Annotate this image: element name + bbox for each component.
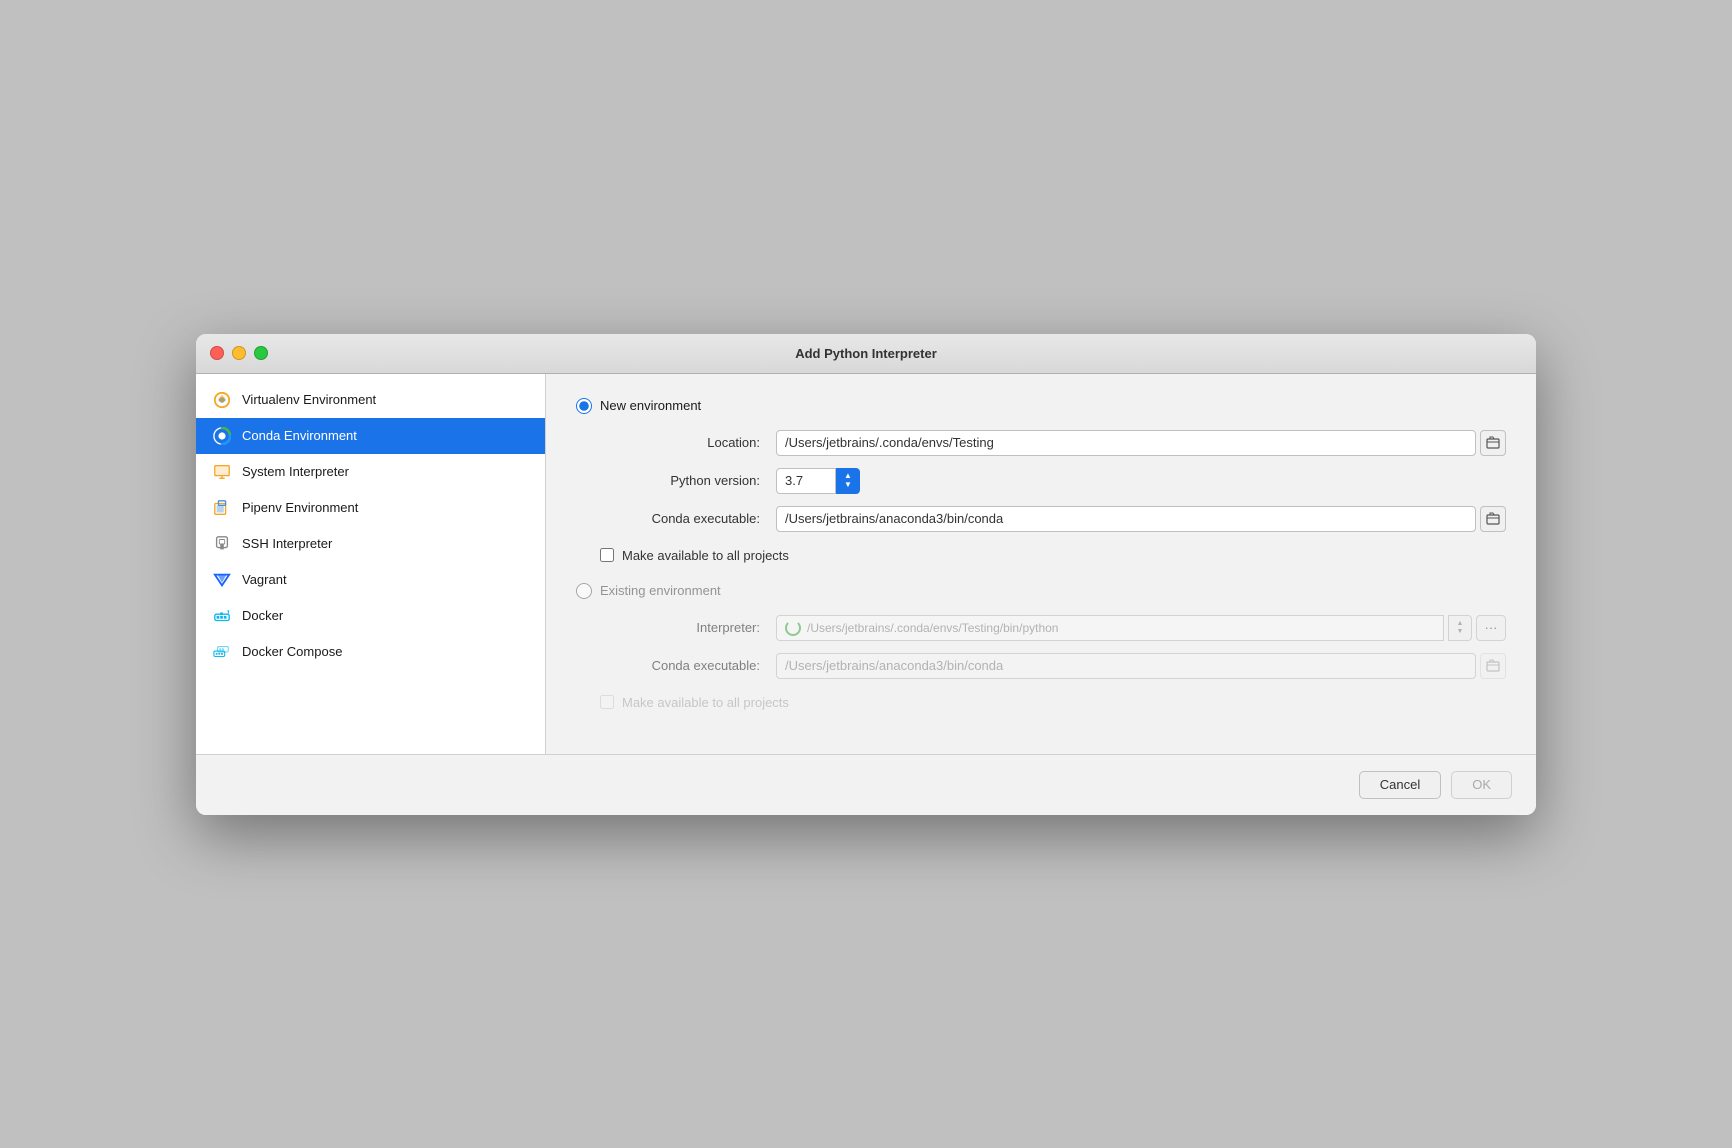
conda-icon [212, 426, 232, 446]
traffic-lights [210, 346, 268, 360]
existing-conda-browse-button[interactable] [1480, 653, 1506, 679]
python-version-input[interactable] [776, 468, 836, 494]
existing-interpreter-label: Interpreter: [600, 615, 760, 641]
existing-conda-input[interactable] [776, 653, 1476, 679]
system-icon [212, 462, 232, 482]
new-make-available-checkbox[interactable] [600, 548, 614, 562]
existing-environment-label: Existing environment [600, 583, 721, 598]
new-environment-form: Location: Python version: [576, 430, 1506, 532]
sidebar: Virtualenv Environment Conda Environment [196, 374, 546, 754]
new-environment-radio-row: New environment [576, 398, 1506, 414]
dialog-title: Add Python Interpreter [795, 346, 937, 361]
ok-button[interactable]: OK [1451, 771, 1512, 799]
existing-make-available-label: Make available to all projects [622, 695, 789, 710]
sidebar-item-label-pipenv: Pipenv Environment [242, 500, 358, 515]
location-label: Location: [600, 430, 760, 456]
existing-conda-field-row [776, 653, 1506, 679]
new-make-available-label: Make available to all projects [622, 548, 789, 563]
python-version-select-wrapper: ▲ ▼ [776, 468, 860, 494]
conda-executable-browse-button[interactable] [1480, 506, 1506, 532]
new-environment-label: New environment [600, 398, 701, 413]
new-make-available-row: Make available to all projects [576, 548, 1506, 563]
sidebar-item-system[interactable]: System Interpreter [196, 454, 545, 490]
ssh-icon [212, 534, 232, 554]
add-interpreter-dialog: Add Python Interpreter Virtualenv Enviro… [196, 334, 1536, 815]
existing-environment-radio-row: Existing environment [576, 583, 1506, 599]
docker-icon [212, 606, 232, 626]
sidebar-item-label-ssh: SSH Interpreter [242, 536, 332, 551]
existing-make-available-checkbox[interactable] [600, 695, 614, 709]
sidebar-item-label-virtualenv: Virtualenv Environment [242, 392, 376, 407]
sidebar-item-label-conda: Conda Environment [242, 428, 357, 443]
conda-executable-input[interactable] [776, 506, 1476, 532]
location-field-row [776, 430, 1506, 456]
dialog-body: Virtualenv Environment Conda Environment [196, 374, 1536, 754]
new-environment-radio[interactable] [576, 398, 592, 414]
sidebar-item-conda[interactable]: Conda Environment [196, 418, 545, 454]
existing-environment-radio[interactable] [576, 583, 592, 599]
dialog-footer: Cancel OK [196, 754, 1536, 815]
python-version-stepper[interactable]: ▲ ▼ [836, 468, 860, 494]
minimize-button[interactable] [232, 346, 246, 360]
location-input[interactable] [776, 430, 1476, 456]
virtualenv-icon [212, 390, 232, 410]
existing-conda-label: Conda executable: [600, 653, 760, 679]
spinner-icon [785, 620, 801, 636]
existing-make-available-row: Make available to all projects [576, 695, 1506, 710]
existing-interpreter-field-row: /Users/jetbrains/.conda/envs/Testing/bin… [776, 615, 1506, 641]
sidebar-item-docker-compose[interactable]: Docker Compose [196, 634, 545, 670]
interpreter-combo-display: /Users/jetbrains/.conda/envs/Testing/bin… [776, 615, 1444, 641]
cancel-button[interactable]: Cancel [1359, 771, 1441, 799]
sidebar-item-label-system: System Interpreter [242, 464, 349, 479]
location-browse-button[interactable] [1480, 430, 1506, 456]
new-environment-section: New environment Location: [576, 398, 1506, 563]
sidebar-item-label-vagrant: Vagrant [242, 572, 287, 587]
sidebar-item-label-docker: Docker [242, 608, 283, 623]
interpreter-combo-stepper[interactable]: ▲ ▼ [1448, 615, 1472, 641]
sidebar-item-ssh[interactable]: SSH Interpreter [196, 526, 545, 562]
conda-executable-field-row [776, 506, 1506, 532]
pipenv-icon [212, 498, 232, 518]
docker-compose-icon [212, 642, 232, 662]
conda-executable-label: Conda executable: [600, 506, 760, 532]
close-button[interactable] [210, 346, 224, 360]
sidebar-item-docker[interactable]: Docker [196, 598, 545, 634]
sidebar-item-virtualenv[interactable]: Virtualenv Environment [196, 382, 545, 418]
title-bar: Add Python Interpreter [196, 334, 1536, 374]
existing-environment-form: Interpreter: /Users/jetbrains/.conda/env… [576, 615, 1506, 679]
python-version-label: Python version: [600, 468, 760, 494]
interpreter-more-button[interactable]: ··· [1476, 615, 1506, 641]
existing-environment-section: Existing environment Interpreter: /Users… [576, 583, 1506, 710]
main-content: New environment Location: [546, 374, 1536, 754]
python-version-field-row: ▲ ▼ [776, 468, 1506, 494]
vagrant-icon [212, 570, 232, 590]
sidebar-item-pipenv[interactable]: Pipenv Environment [196, 490, 545, 526]
maximize-button[interactable] [254, 346, 268, 360]
interpreter-combo-value: /Users/jetbrains/.conda/envs/Testing/bin… [807, 621, 1058, 635]
sidebar-item-vagrant[interactable]: Vagrant [196, 562, 545, 598]
sidebar-item-label-docker-compose: Docker Compose [242, 644, 342, 659]
